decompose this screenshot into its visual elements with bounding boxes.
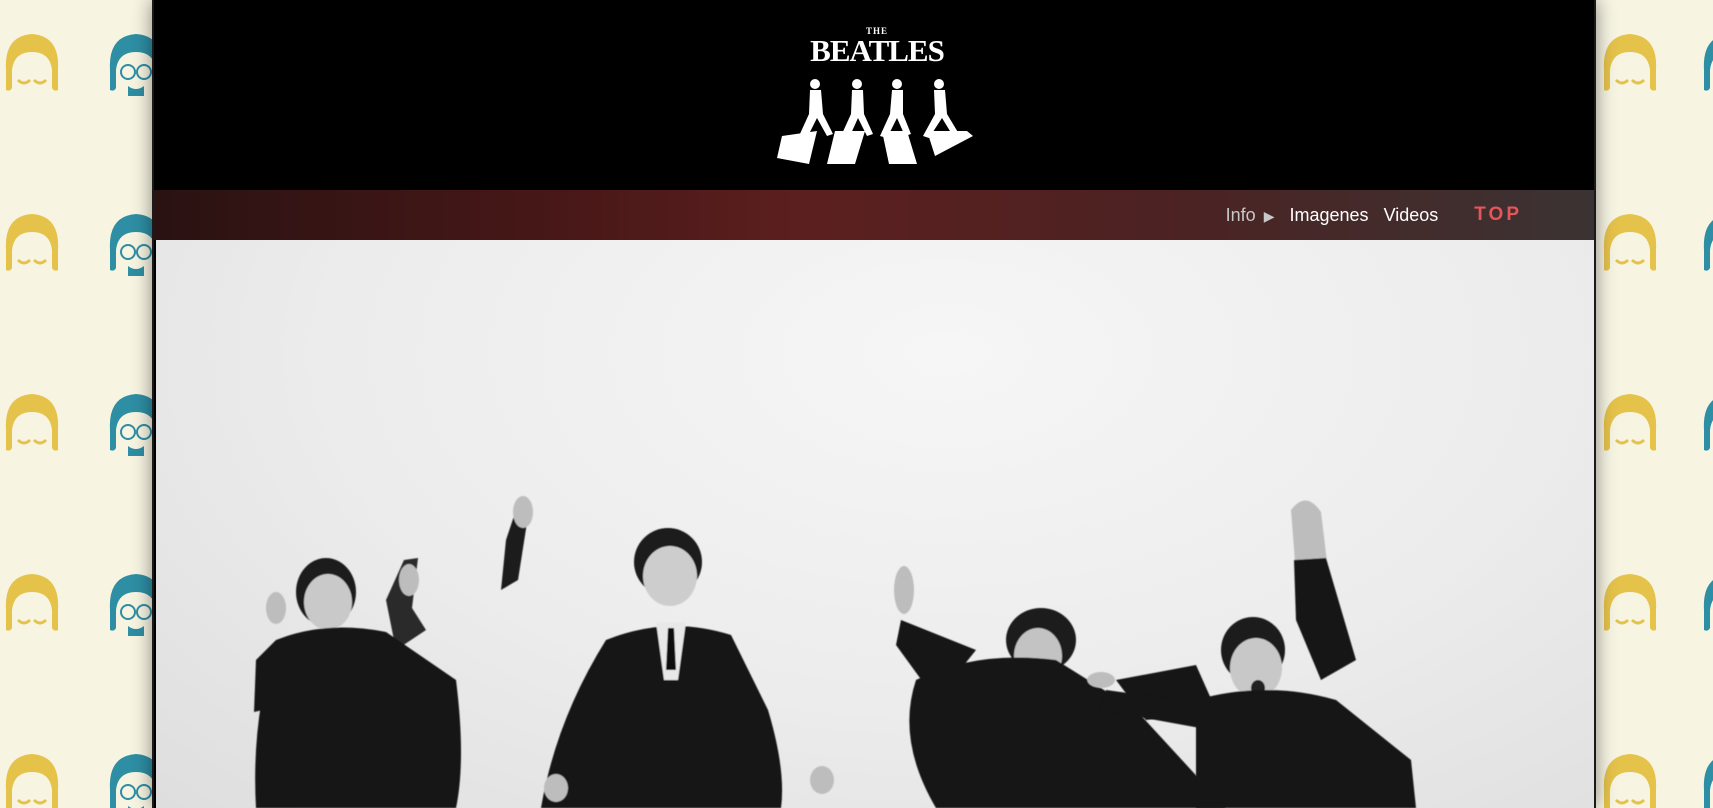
hero-photo <box>156 240 1594 808</box>
band-member-2 <box>541 528 834 808</box>
site-header: THE BEATLES <box>154 0 1594 190</box>
logo-wordmark: THE BEATLES <box>777 26 977 66</box>
site-logo[interactable]: THE BEATLES <box>777 26 977 166</box>
nav-menu: Info ▶ Imagenes Videos TOP <box>1226 190 1522 240</box>
band-member-1 <box>254 496 533 808</box>
background-pattern-right <box>1596 0 1713 808</box>
yellow-head-pattern-icon <box>1598 570 1660 640</box>
teal-head-pattern-icon <box>1698 390 1713 460</box>
teal-head-pattern-icon <box>1698 30 1713 100</box>
yellow-head-pattern-icon <box>0 210 62 280</box>
yellow-head-pattern-icon <box>1598 30 1660 100</box>
teal-head-pattern-icon <box>1698 570 1713 640</box>
page-container: THE BEATLES Info ▶ Imagenes Videos TOP <box>152 0 1596 808</box>
yellow-head-pattern-icon <box>1598 750 1660 808</box>
yellow-head-pattern-icon <box>0 390 62 460</box>
nav-item-videos[interactable]: Videos <box>1384 205 1439 226</box>
teal-head-pattern-icon <box>1698 210 1713 280</box>
yellow-head-pattern-icon <box>0 30 62 100</box>
jumping-band-photo <box>254 496 1416 808</box>
main-navbar: Info ▶ Imagenes Videos TOP <box>154 190 1594 240</box>
logo-name: BEATLES <box>810 33 945 68</box>
nav-item-info[interactable]: Info ▶ <box>1226 205 1275 226</box>
nav-item-imagenes[interactable]: Imagenes <box>1290 205 1369 226</box>
nav-item-info-label: Info <box>1225 204 1256 225</box>
yellow-head-pattern-icon <box>0 570 62 640</box>
abbey-road-emblem-icon <box>777 79 973 164</box>
band-member-3 <box>894 566 1226 808</box>
yellow-head-pattern-icon <box>1598 210 1660 280</box>
play-arrow-icon: ▶ <box>1263 207 1275 224</box>
yellow-head-pattern-icon <box>1598 390 1660 460</box>
teal-head-pattern-icon <box>1698 750 1713 808</box>
yellow-head-pattern-icon <box>0 750 62 808</box>
nav-top-link[interactable]: TOP <box>1474 204 1522 226</box>
